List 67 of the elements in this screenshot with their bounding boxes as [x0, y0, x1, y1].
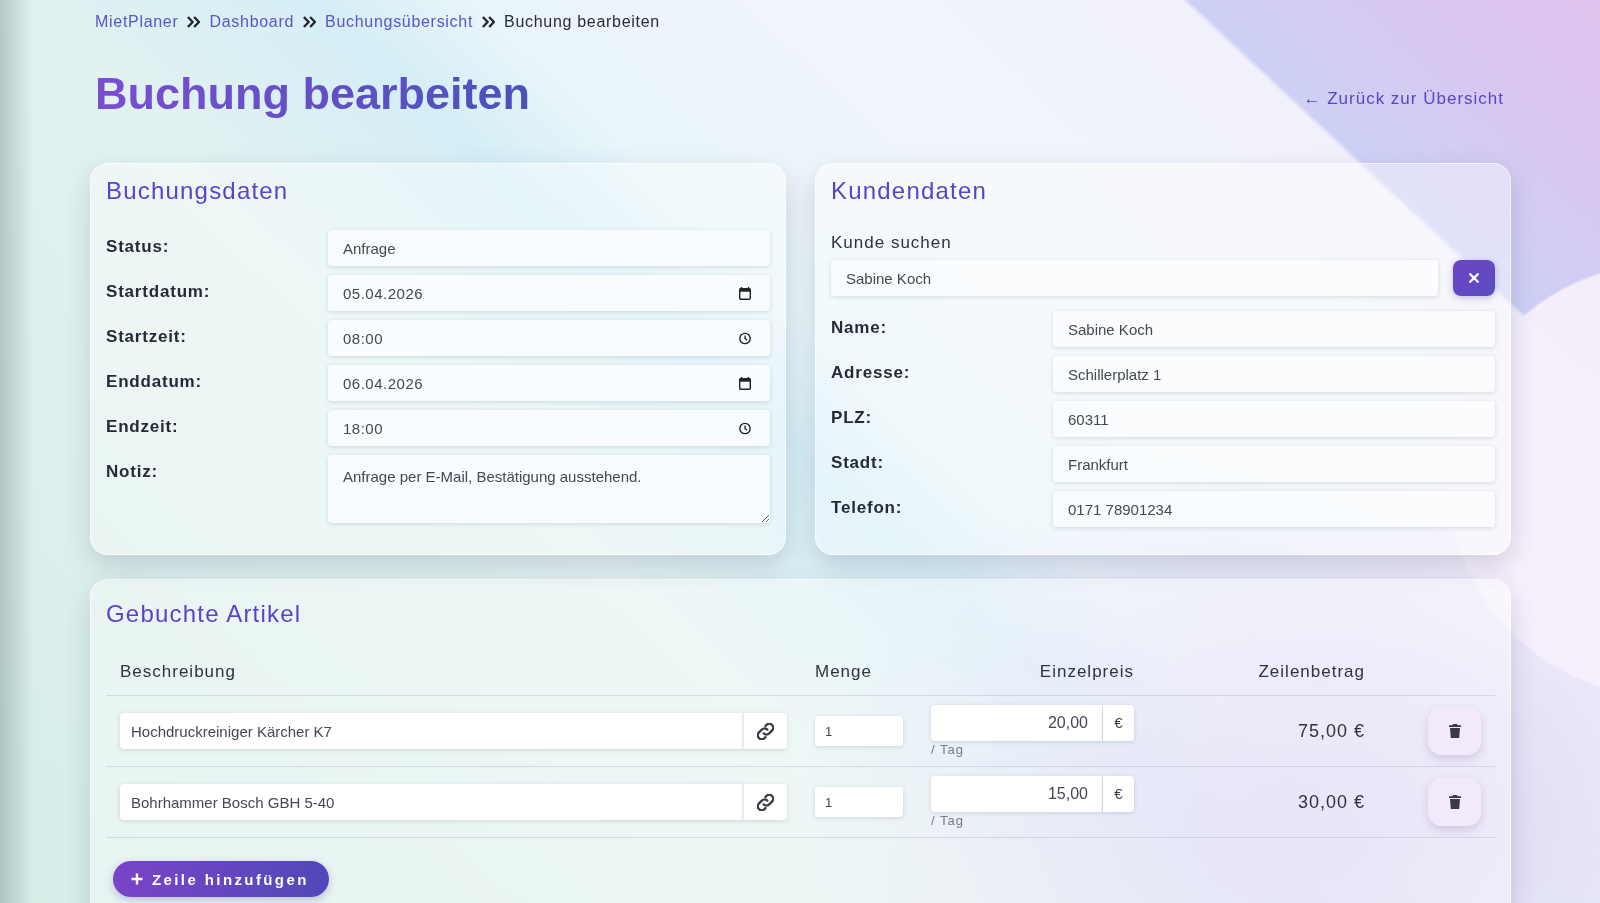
quantity-field[interactable]: 1	[815, 716, 903, 746]
currency-addon: €	[1103, 705, 1134, 741]
calendar-icon	[739, 287, 751, 300]
text-field[interactable]: Frankfurt	[1053, 446, 1495, 482]
breadcrumb-link[interactable]: Dashboard	[209, 13, 295, 31]
card-title: Buchungsdaten	[106, 176, 290, 206]
link-icon	[757, 793, 774, 811]
field-label: Adresse:	[831, 362, 911, 383]
time-field[interactable]: 08:00	[328, 320, 770, 356]
close-icon	[1469, 273, 1479, 283]
note-field[interactable]: Anfrage per E-Mail, Bestätigung ausstehend.	[328, 455, 770, 523]
double-chevron-icon	[482, 16, 496, 28]
plus-icon	[131, 873, 143, 885]
column-header: Zeilenbetrag	[1257, 662, 1366, 682]
text-field[interactable]: 60311	[1053, 401, 1495, 437]
unit-label: / Tag	[931, 742, 964, 757]
search-field[interactable]: Sabine Koch	[831, 260, 1438, 296]
field-label: Startdatum:	[106, 281, 211, 302]
breadcrumb-link[interactable]: MietPlaner	[95, 13, 179, 31]
date-field[interactable]: 06.04.2026	[328, 365, 770, 401]
text-field[interactable]: Sabine Koch	[1053, 311, 1495, 347]
trash-icon	[1448, 795, 1461, 809]
field-label: Status:	[106, 236, 170, 257]
line-total: 30,00 €	[1297, 791, 1365, 812]
quantity-field[interactable]: 1	[815, 787, 903, 817]
field-label: Endzeit:	[106, 416, 179, 437]
price-field[interactable]: 15,00	[931, 776, 1102, 812]
delete-button[interactable]	[1428, 707, 1481, 755]
back-link[interactable]: ← Zurück zur Übersicht	[1303, 79, 1504, 109]
clock-icon	[739, 332, 751, 345]
card-title: Gebuchte Artikel	[106, 599, 303, 629]
field-label: PLZ:	[831, 407, 872, 428]
column-header: Einzelpreis	[1038, 662, 1135, 682]
double-chevron-icon	[303, 16, 317, 28]
double-chevron-icon	[187, 16, 201, 28]
clear-button[interactable]	[1453, 260, 1495, 296]
calendar-icon	[739, 377, 751, 390]
field-label: Kunde suchen	[831, 232, 952, 254]
line-total: 75,00 €	[1297, 720, 1365, 741]
card-title: Kundendaten	[831, 176, 988, 206]
add-row-button[interactable]: Zeile hinzufügen	[113, 861, 329, 897]
field-label: Startzeit:	[106, 326, 187, 347]
link-icon	[757, 722, 774, 740]
description-field[interactable]: Hochdruckreiniger Kärcher K7	[120, 713, 743, 749]
delete-button[interactable]	[1428, 778, 1481, 826]
description-field[interactable]: Bohrhammer Bosch GBH 5-40	[120, 784, 743, 820]
clock-icon	[739, 422, 751, 435]
breadcrumb-current: Buchung bearbeiten	[504, 13, 660, 31]
unit-label: / Tag	[931, 813, 964, 828]
link-button[interactable]	[743, 784, 787, 820]
text-field[interactable]: Schillerplatz 1	[1053, 356, 1495, 392]
breadcrumb-link[interactable]: Buchungsübersicht	[325, 13, 474, 31]
text-field[interactable]: 0171 78901234	[1053, 491, 1495, 527]
field-label: Notiz:	[106, 461, 158, 482]
price-field[interactable]: 20,00	[931, 705, 1102, 741]
field-label: Telefon:	[831, 497, 903, 518]
date-field[interactable]: 05.04.2026	[328, 275, 770, 311]
trash-icon	[1448, 724, 1461, 738]
column-header: Beschreibung	[119, 662, 237, 682]
currency-addon: €	[1103, 776, 1134, 812]
field-label: Stadt:	[831, 452, 884, 473]
link-button[interactable]	[743, 713, 787, 749]
field-label: Name:	[831, 317, 887, 338]
text-field[interactable]: Anfrage	[328, 230, 770, 266]
time-field[interactable]: 18:00	[328, 410, 770, 446]
column-header: Menge	[814, 662, 873, 682]
field-label: Enddatum:	[106, 371, 202, 392]
